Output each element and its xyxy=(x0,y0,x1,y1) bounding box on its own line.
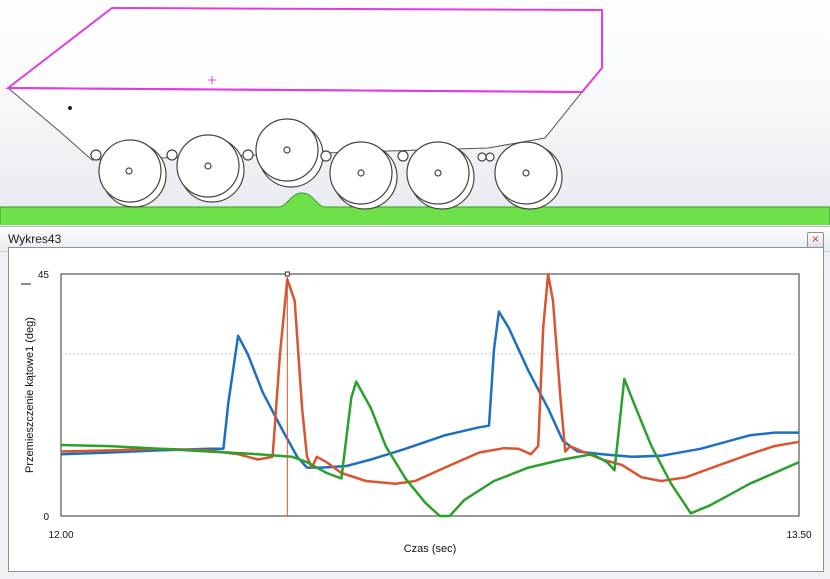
x-axis-label: Czas (sec) xyxy=(404,543,457,555)
y-tick-label-max: 45 xyxy=(38,270,50,281)
point-marker xyxy=(68,106,72,110)
window-title: Wykres43 xyxy=(8,232,62,246)
road-wheel xyxy=(397,141,475,210)
y-axis-label: Przemieszczenie kątowe1 (deg) xyxy=(24,317,36,473)
close-icon: × xyxy=(811,234,820,245)
x-tick-label-max: 13.50 xyxy=(786,530,811,541)
plot-area[interactable]: 45 0 12.00 13.50 Czas (sec) Przemieszcze… xyxy=(8,247,824,572)
line-chart: 45 0 12.00 13.50 Czas (sec) Przemieszcze… xyxy=(21,270,812,555)
time-cursor-handle[interactable] xyxy=(284,271,290,277)
y-tick-label-min: 0 xyxy=(43,512,49,523)
plot-box xyxy=(60,273,800,517)
close-button[interactable]: × xyxy=(807,232,824,248)
model-viewport[interactable]: + xyxy=(0,0,830,225)
origin-marker-icon: + xyxy=(207,73,217,87)
hull-top-outline xyxy=(5,6,603,94)
x-tick-label-min: 12.00 xyxy=(48,530,73,541)
road-wheel xyxy=(477,141,563,210)
vehicle-model-graphic: + xyxy=(0,6,830,225)
